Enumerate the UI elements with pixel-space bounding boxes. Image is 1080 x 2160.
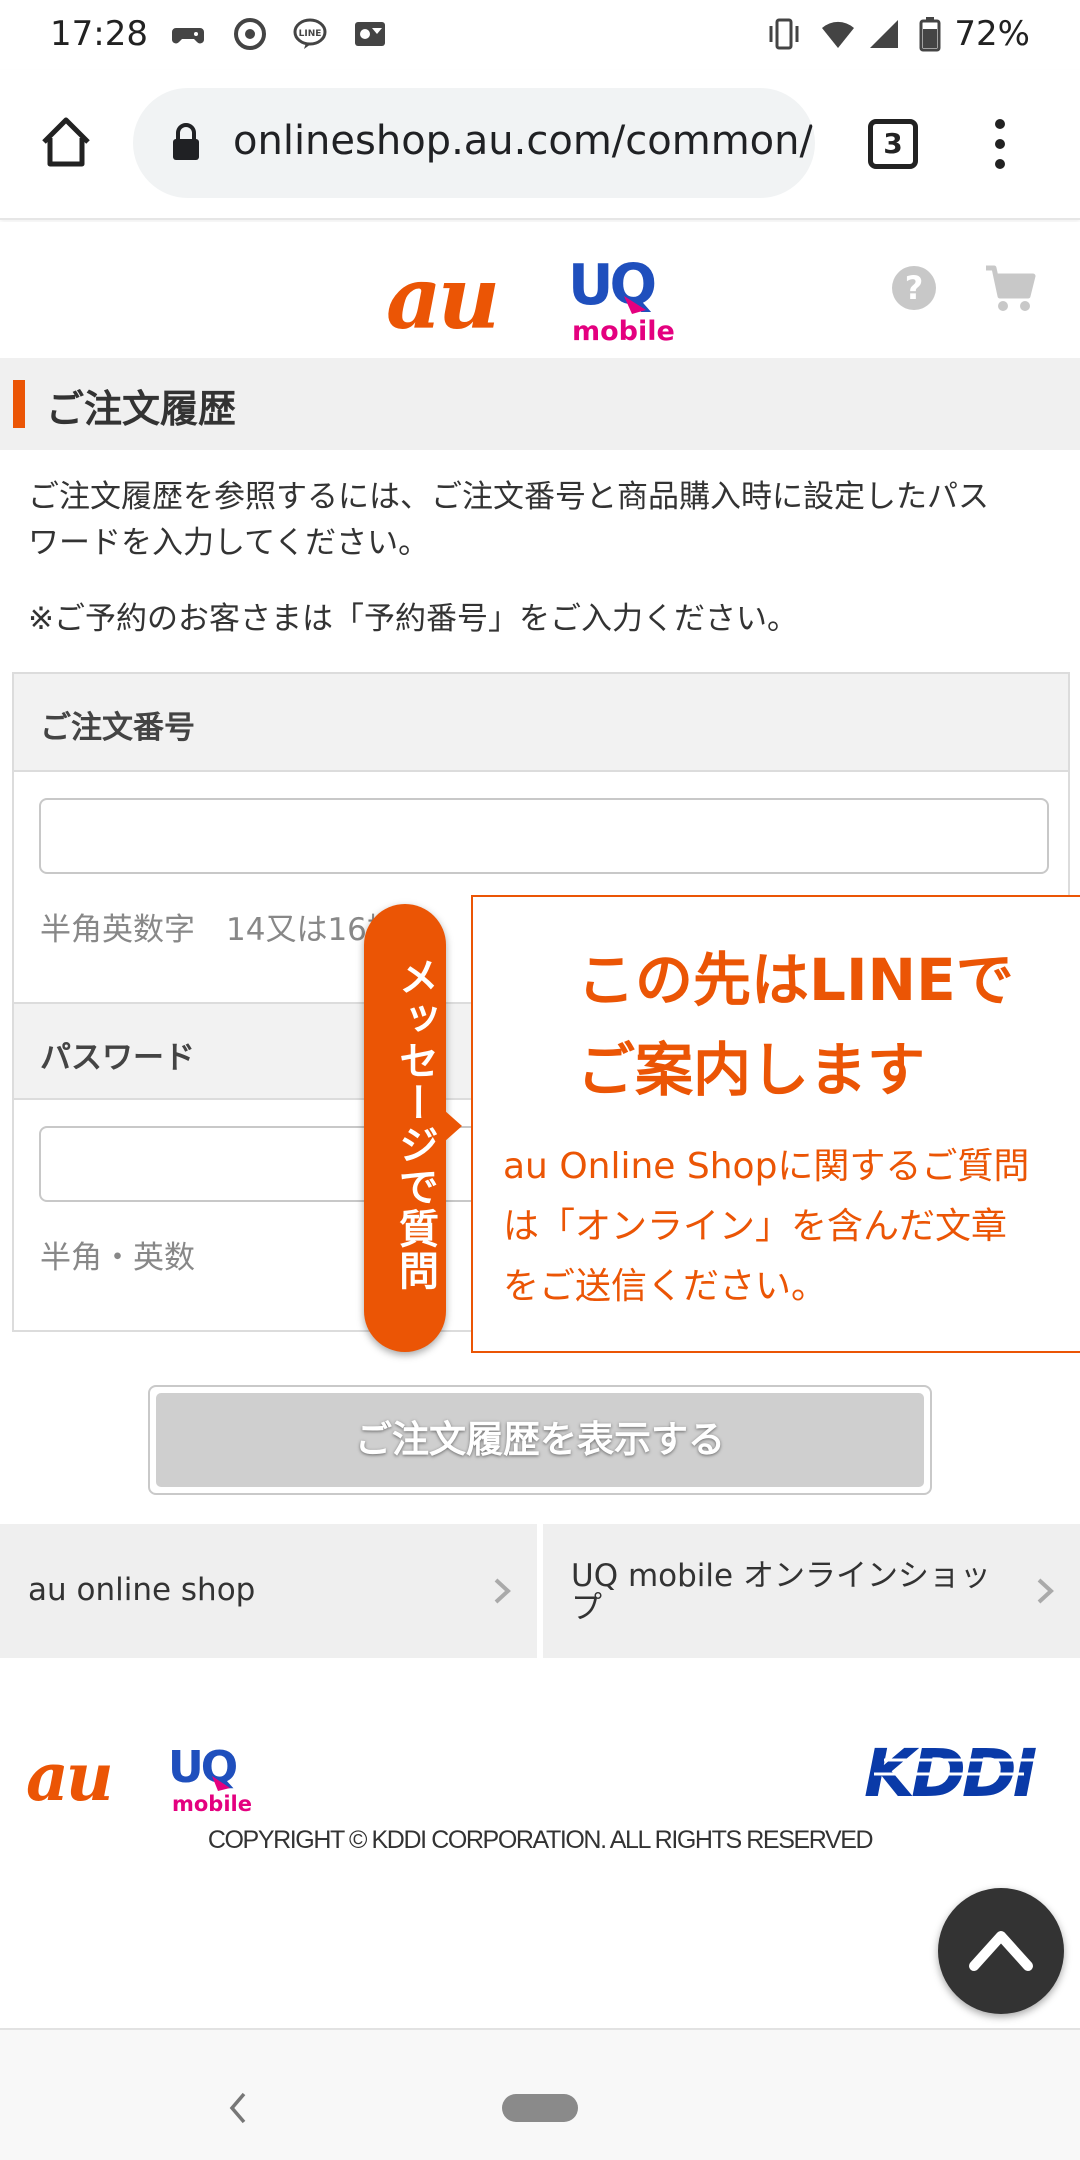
overflow-menu-icon[interactable]	[990, 114, 1010, 174]
message-question-tab[interactable]: メッセージで質問	[364, 904, 446, 1352]
au-online-shop-label: au online shop	[28, 1572, 256, 1608]
order-number-label: ご注文番号	[40, 710, 195, 746]
battery-icon	[919, 17, 941, 52]
popup-heading-line1: この先はLINEで	[577, 946, 1014, 1014]
popup-pointer	[444, 1110, 462, 1142]
site-header: au UQ mobile ?	[0, 222, 1080, 358]
url-bar[interactable]: onlineshop.au.com/common/	[133, 88, 815, 198]
outlook-icon	[355, 22, 385, 46]
svg-text:KDDI: KDDI	[864, 1740, 1037, 1804]
chevron-right-icon	[494, 1578, 511, 1604]
order-number-hint: 半角英数字 14又は16桁	[40, 912, 398, 948]
url-text: onlineshop.au.com/common/	[233, 118, 813, 164]
footer-au-uq-logo[interactable]: au UQ mobile	[26, 1738, 276, 1818]
popup-body-line3: をご送信ください。	[503, 1266, 828, 1307]
back-nav-icon[interactable]	[226, 2088, 250, 2128]
lock-icon	[173, 123, 199, 160]
uq-mobile-shop-label-line1: UQ mobile オンラインショッ	[571, 1558, 991, 1594]
browser-toolbar: onlineshop.au.com/common/ 3	[0, 70, 1080, 220]
game-controller-icon	[172, 28, 204, 44]
system-navigation-bar	[0, 2028, 1080, 2160]
au-online-shop-link[interactable]: au online shop	[0, 1524, 537, 1658]
line-icon: LINE	[293, 18, 327, 49]
battery-percent: 72%	[954, 14, 1030, 54]
status-bar: 17:28 LINE 72%	[0, 0, 1080, 70]
password-label: パスワード	[40, 1040, 195, 1076]
uq-mobile-shop-label-line2: プ	[571, 1590, 602, 1626]
home-icon[interactable]	[38, 114, 94, 170]
page-title-band: ご注文履歴	[0, 358, 1080, 450]
line-guidance-popup[interactable]: この先はLINEで ご案内します au Online Shopに関するご質問 は…	[471, 895, 1080, 1353]
show-order-history-button[interactable]: ご注文履歴を表示する	[156, 1393, 924, 1487]
au-uq-mobile-logo[interactable]: au UQ mobile	[386, 244, 696, 344]
svg-text:mobile: mobile	[572, 316, 675, 344]
intro-text-line2: ワードを入力してください。	[28, 525, 430, 561]
title-accent-bar	[13, 380, 25, 428]
svg-text:LINE: LINE	[299, 29, 322, 39]
order-number-input[interactable]	[39, 798, 1049, 874]
popup-heading: この先はLINEで ご案内します	[577, 935, 1077, 1115]
back-to-top-button[interactable]	[938, 1888, 1064, 2014]
vibrate-icon	[769, 18, 799, 50]
cart-icon[interactable]	[984, 262, 1036, 314]
svg-text:?: ?	[905, 269, 924, 307]
copyright-text: COPYRIGHT © KDDI CORPORATION. ALL RIGHTS…	[207, 1826, 874, 1854]
order-number-header: ご注文番号	[14, 674, 1068, 772]
svg-text:au: au	[386, 248, 496, 344]
help-icon[interactable]: ?	[890, 264, 938, 312]
reservation-note: ※ご予約のお客さまは「予約番号」をご入力ください。	[28, 601, 798, 637]
message-question-label: メッセージで質問	[392, 956, 438, 1292]
svg-text:UQ: UQ	[168, 1742, 237, 1793]
popup-body-line1: au Online Shopに関するご質問	[503, 1146, 1030, 1187]
notification-icon	[234, 18, 266, 50]
popup-body: au Online Shopに関するご質問 は「オンライン」を含んだ文章 をご送…	[503, 1137, 1080, 1317]
chevron-up-icon	[969, 1931, 1033, 1971]
popup-heading-line2: ご案内します	[577, 1036, 926, 1104]
popup-body-line2: は「オンライン」を含んだ文章	[503, 1206, 1008, 1247]
svg-text:mobile: mobile	[172, 1792, 252, 1816]
signal-icon	[870, 20, 898, 48]
wifi-icon	[822, 21, 854, 48]
intro-text-line1: ご注文履歴を参照するには、ご注文番号と商品購入時に設定したパス	[28, 479, 989, 515]
chevron-right-icon	[1037, 1578, 1054, 1604]
status-time: 17:28	[50, 14, 148, 54]
tab-switcher-button[interactable]: 3	[868, 119, 918, 169]
page-title: ご注文履歴	[46, 387, 237, 431]
svg-text:au: au	[26, 1738, 111, 1816]
home-gesture-pill[interactable]	[502, 2094, 578, 2122]
password-hint: 半角・英数	[40, 1240, 195, 1276]
submit-button-frame: ご注文履歴を表示する	[148, 1385, 932, 1495]
uq-mobile-online-shop-link[interactable]: UQ mobile オンラインショッ プ	[543, 1524, 1080, 1658]
kddi-logo[interactable]: KDDI	[864, 1740, 1054, 1804]
